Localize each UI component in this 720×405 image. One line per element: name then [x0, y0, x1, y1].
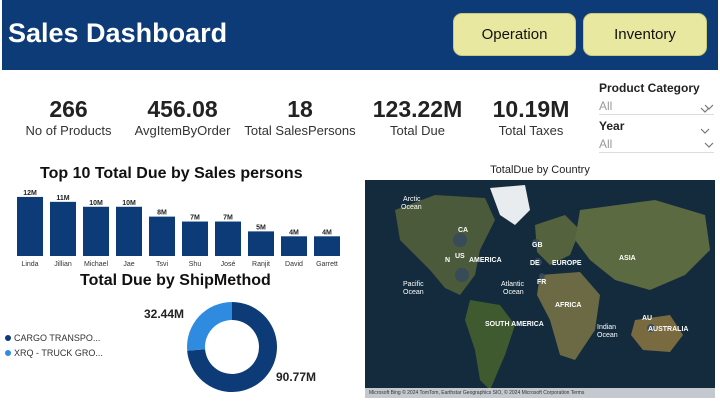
bar	[182, 221, 208, 256]
legend-item-xrq[interactable]: XRQ - TRUCK GRO...	[5, 348, 103, 358]
kpi-label: Total Due	[390, 123, 445, 138]
bar-category-label: Jae	[123, 261, 134, 268]
kpi-value: 123.22M	[372, 96, 463, 122]
bar-data-label: 7M	[223, 215, 233, 222]
map-label-pacific: Pacific	[403, 281, 424, 288]
map-label-au: AU	[642, 315, 653, 322]
kpi-avg-item-by-order: 456.08 AvgItemByOrder	[125, 95, 240, 139]
map-label-indian: Indian	[597, 324, 617, 331]
map-label-north: N	[445, 257, 451, 264]
header-bar: Sales Dashboard Operation Inventory	[2, 0, 718, 70]
inventory-button[interactable]: Inventory	[583, 13, 707, 56]
bar	[116, 206, 142, 256]
map-label-south-america: SOUTH AMERICA	[485, 321, 544, 328]
kpi-label: No of Products	[25, 123, 112, 138]
bar-category-label: Linda	[21, 261, 38, 268]
bar-data-label: 8M	[157, 210, 167, 217]
dropdown-value: All	[599, 136, 613, 151]
bar	[17, 196, 43, 256]
kpi-value: 456.08	[147, 96, 218, 122]
map-label-atlantic: Atlantic	[501, 281, 524, 288]
donut-chart-title: Total Due by ShipMethod	[80, 272, 271, 289]
map-label-de: DE	[530, 260, 540, 267]
map-label-fr: FR	[537, 279, 547, 286]
legend-swatch	[5, 335, 11, 341]
donut-data-label: 90.77M	[276, 370, 316, 384]
map-label-ocean: Ocean	[401, 204, 422, 211]
chevron-down-icon[interactable]	[700, 100, 710, 118]
map-label-atlantic-ocean: Ocean	[503, 289, 524, 296]
map-label-arctic: Arctic	[403, 196, 421, 203]
map-label-pacific-ocean: Ocean	[403, 289, 424, 296]
dropdown-value: All	[599, 98, 613, 113]
slicer-product-category: Product Category All	[599, 81, 714, 115]
bar-data-label: 7M	[190, 215, 200, 222]
bar-category-label: David	[285, 261, 303, 268]
map-label-europe: EUROPE	[552, 260, 582, 267]
map-label-ca: CA	[458, 227, 469, 234]
legend-label: XRQ - TRUCK GRO...	[14, 348, 103, 358]
bar-data-label: 5M	[256, 224, 266, 231]
map-label-gb: GB	[532, 242, 543, 249]
bar-category-label: Jillian	[54, 261, 72, 268]
kpi-label: Total SalesPersons	[244, 123, 356, 138]
bar-data-label: 4M	[289, 229, 299, 236]
donut-data-label: 32.44M	[144, 307, 184, 321]
bar	[149, 216, 175, 256]
bar-data-label: 11M	[56, 195, 69, 202]
slicer-label: Product Category	[599, 81, 700, 95]
kpi-value: 18	[287, 96, 313, 122]
bar	[83, 206, 109, 256]
page-title: Sales Dashboard	[8, 18, 228, 48]
bar-chart-title: Top 10 Total Due by Sales persons	[40, 165, 303, 182]
map-attribution[interactable]: Microsoft Bing © 2024 TomTom, Earthstar …	[365, 388, 715, 398]
kpi-label: Total Taxes	[498, 123, 564, 138]
bar-data-label: 10M	[122, 200, 136, 207]
bar-data-label: 10M	[89, 200, 103, 207]
year-dropdown[interactable]: All	[599, 135, 714, 153]
bar-category-label: Shu	[189, 261, 202, 268]
kpi-no-of-products: 266 No of Products	[15, 95, 122, 139]
map-label-africa: AFRICA	[555, 302, 582, 309]
kpi-value: 10.19M	[492, 96, 570, 122]
world-map[interactable]: Arctic Ocean CA US N AMERICA GB DE EUROP…	[365, 180, 715, 398]
kpi-total-taxes: 10.19M Total Taxes	[478, 95, 584, 139]
operation-button[interactable]: Operation	[453, 13, 576, 56]
bar-data-label: 4M	[322, 229, 332, 236]
slicer-year: Year All	[599, 119, 714, 153]
bar-data-label: 12M	[23, 190, 37, 197]
bar	[314, 236, 340, 256]
slicer-label: Year	[599, 119, 625, 133]
donut-slice	[187, 302, 232, 351]
bar	[248, 231, 274, 256]
bar	[215, 221, 241, 256]
legend-item-cargo[interactable]: CARGO TRANSPO...	[5, 333, 100, 343]
bar	[281, 236, 307, 256]
map-label-us: US	[455, 253, 465, 260]
legend-label: CARGO TRANSPO...	[14, 333, 101, 343]
legend-swatch	[5, 350, 11, 356]
kpi-label: AvgItemByOrder	[134, 123, 231, 138]
kpi-total-salespersons: 18 Total SalesPersons	[244, 95, 356, 139]
donut-chart: 90.77M 32.44M	[144, 302, 316, 392]
bar-category-label: Ranjit	[252, 261, 270, 268]
bar-category-label: Tsvi	[156, 261, 169, 268]
map-title: TotalDue by Country	[490, 164, 590, 176]
product-category-dropdown[interactable]: All	[599, 97, 714, 115]
chevron-down-icon[interactable]	[700, 121, 710, 139]
bar	[50, 201, 76, 256]
kpi-total-due: 123.22M Total Due	[360, 95, 475, 139]
bar-chart: 12M Linda 11M Jillian 10M Michael 10M Jae 8M Tsvi…	[17, 190, 340, 268]
bar-category-label: Garrett	[316, 261, 338, 268]
map-label-america: AMERICA	[469, 257, 502, 264]
map-label-australia: AUSTRALIA	[648, 326, 689, 333]
map-label-indian-ocean: Ocean	[597, 332, 618, 339]
map-label-asia: ASIA	[619, 255, 636, 262]
bar-category-label: Michael	[84, 261, 109, 268]
kpi-value: 266	[49, 96, 88, 122]
bar-category-label: José	[221, 261, 236, 268]
